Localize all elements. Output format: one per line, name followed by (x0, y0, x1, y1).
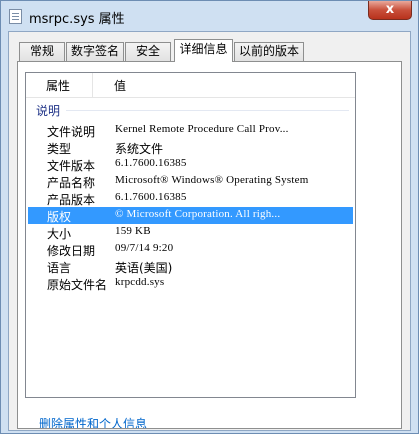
properties-dialog: msrpc.sys 属性 x 常规 数字签名 安全 详细信息 以前的版本 属性 … (0, 0, 419, 434)
property-name: 类型 (47, 142, 72, 156)
tab-previous-versions[interactable]: 以前的版本 (234, 42, 304, 61)
details-list[interactable]: 属性 值 说明 文件说明 Kernel Remote Procedure Cal… (25, 72, 356, 398)
property-name: 文件版本 (47, 159, 96, 173)
property-value: 系统文件 (115, 142, 164, 156)
tab-details[interactable]: 详细信息 (174, 39, 233, 62)
title-bar[interactable]: msrpc.sys 属性 x (1, 1, 418, 31)
list-item-product-version[interactable]: 产品版本 6.1.7600.16385 (28, 190, 353, 207)
property-value: 英语(美国) (115, 261, 173, 275)
file-icon (9, 9, 22, 24)
list-item-copyright[interactable]: 版权 © Microsoft Corporation. All righ... (28, 207, 353, 224)
property-value: © Microsoft Corporation. All righ... (115, 208, 281, 220)
property-name: 语言 (47, 261, 72, 275)
property-name: 版权 (47, 210, 72, 224)
window-title: msrpc.sys 属性 (29, 12, 125, 27)
group-label: 说明 (36, 104, 61, 118)
list-item-original-filename[interactable]: 原始文件名 krpcdd.sys (28, 275, 353, 292)
tab-digital-signatures[interactable]: 数字签名 (66, 42, 124, 61)
property-value: 09/7/14 9:20 (115, 242, 174, 254)
property-name: 产品版本 (47, 193, 96, 207)
property-name: 原始文件名 (47, 278, 108, 292)
property-value: 6.1.7600.16385 (115, 157, 187, 169)
property-value: 159 KB (115, 225, 151, 237)
list-item-date-modified[interactable]: 修改日期 09/7/14 9:20 (28, 241, 353, 258)
column-divider[interactable] (92, 73, 93, 97)
remove-properties-link[interactable]: 删除属性和个人信息 (39, 415, 147, 428)
list-item-language[interactable]: 语言 英语(美国) (28, 258, 353, 275)
column-header-value[interactable]: 值 (114, 77, 126, 94)
property-value: Kernel Remote Procedure Call Prov... (115, 123, 289, 135)
property-name: 大小 (47, 227, 72, 241)
tab-security[interactable]: 安全 (125, 42, 171, 61)
list-item-size[interactable]: 大小 159 KB (28, 224, 353, 241)
property-name: 产品名称 (47, 176, 96, 190)
list-header: 属性 值 (26, 73, 355, 98)
column-header-property[interactable]: 属性 (46, 77, 70, 94)
group-divider (66, 110, 349, 111)
list-item-type[interactable]: 类型 系统文件 (28, 139, 353, 156)
details-panel: 属性 值 说明 文件说明 Kernel Remote Procedure Cal… (17, 61, 402, 429)
property-value: krpcdd.sys (115, 276, 165, 288)
group-header-description: 说明 (32, 102, 349, 118)
list-item-file-version[interactable]: 文件版本 6.1.7600.16385 (28, 156, 353, 173)
property-value: 6.1.7600.16385 (115, 191, 187, 203)
close-button[interactable]: x (368, 1, 412, 20)
dialog-client-area: 常规 数字签名 安全 详细信息 以前的版本 属性 值 说明 文件说明 Kerne… (8, 31, 411, 431)
property-name: 修改日期 (47, 244, 96, 258)
tab-general[interactable]: 常规 (19, 42, 65, 61)
list-item-file-description[interactable]: 文件说明 Kernel Remote Procedure Call Prov..… (28, 122, 353, 139)
list-item-product-name[interactable]: 产品名称 Microsoft® Windows® Operating Syste… (28, 173, 353, 190)
property-name: 文件说明 (47, 125, 96, 139)
property-value: Microsoft® Windows® Operating System (115, 174, 309, 186)
